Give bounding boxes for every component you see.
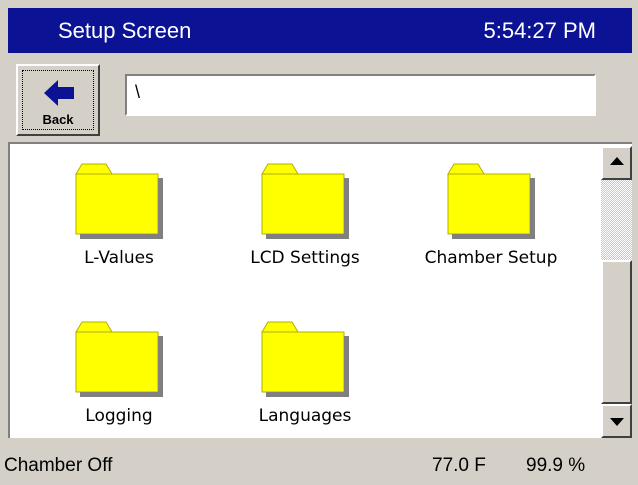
- folder-item-l-values[interactable]: L-Values: [26, 160, 196, 290]
- toolbar: Back \: [8, 54, 632, 142]
- folder-icon: [75, 321, 163, 397]
- folder-item-logging[interactable]: Logging: [26, 318, 196, 448]
- status-bar: Chamber Off 77.0 F 99.9 %: [0, 447, 638, 485]
- scroll-down-button[interactable]: [601, 404, 632, 438]
- path-field[interactable]: \: [125, 74, 596, 116]
- folder-icon: [261, 163, 349, 239]
- folder-label: L-Values: [84, 248, 154, 268]
- up-arrow-icon: [610, 157, 624, 165]
- scroll-thumb[interactable]: [601, 260, 632, 404]
- scroll-up-button[interactable]: [601, 146, 632, 180]
- left-arrow-icon: [44, 80, 74, 106]
- folder-view: L-Values LCD Settings Chamber Setup Logg…: [8, 142, 632, 438]
- folder-label: Chamber Setup: [424, 248, 558, 268]
- temperature-readout: 77.0 F: [432, 455, 486, 476]
- chamber-status: Chamber Off: [4, 455, 113, 476]
- humidity-readout: 99.9 %: [526, 455, 586, 476]
- vertical-scrollbar[interactable]: [601, 146, 632, 438]
- window-title: Setup Screen: [58, 18, 192, 43]
- setup-window: Setup Screen 5:54:27 PM Back \ L-Values: [0, 0, 638, 485]
- back-button[interactable]: Back: [16, 64, 100, 136]
- folder-item-lcd-settings[interactable]: LCD Settings: [212, 160, 382, 290]
- folder-label: Languages: [258, 406, 352, 426]
- folder-icon: [447, 163, 535, 239]
- folder-icon: [75, 163, 163, 239]
- down-arrow-icon: [610, 418, 624, 426]
- folder-item-chamber-setup[interactable]: Chamber Setup: [398, 160, 568, 290]
- folder-label: Logging: [85, 406, 153, 426]
- back-label: Back: [42, 112, 74, 127]
- folder-item-languages[interactable]: Languages: [212, 318, 382, 448]
- folder-label: LCD Settings: [250, 248, 360, 268]
- clock: 5:54:27 PM: [483, 18, 596, 43]
- scroll-track[interactable]: [601, 180, 632, 404]
- title-bar: Setup Screen 5:54:27 PM: [8, 8, 632, 53]
- folder-icon: [261, 321, 349, 397]
